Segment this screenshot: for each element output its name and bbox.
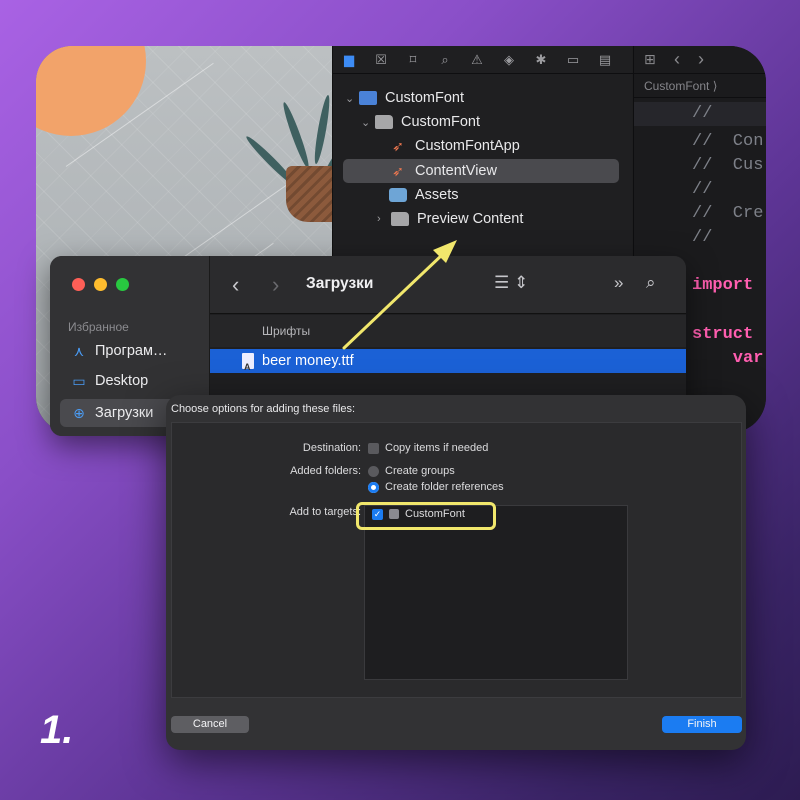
list-view-icon[interactable]: ☰ ⇕ bbox=[494, 273, 528, 293]
tree-item-label: Preview Content bbox=[417, 211, 524, 227]
create-groups-label: Create groups bbox=[385, 465, 455, 477]
minimize-button[interactable] bbox=[94, 278, 107, 291]
code-line: // Cre bbox=[692, 204, 764, 223]
tree-item-file-selected[interactable]: ➶ ContentView bbox=[389, 159, 497, 183]
finish-button[interactable]: Finish bbox=[662, 716, 742, 733]
cancel-button[interactable]: Cancel bbox=[171, 716, 249, 733]
code-line: // bbox=[692, 180, 713, 199]
copy-items-label: Copy items if needed bbox=[385, 442, 489, 454]
applications-icon: ⋏ bbox=[73, 342, 85, 359]
sidebar-item-label: Загрузки bbox=[95, 405, 154, 421]
assets-icon bbox=[389, 188, 407, 202]
create-folder-refs-option[interactable]: Create folder references bbox=[368, 481, 504, 493]
swift-file-icon: ➶ bbox=[392, 138, 404, 154]
dialog-title: Choose options for adding these files: bbox=[171, 403, 356, 415]
group-header: Шрифты bbox=[210, 315, 686, 347]
folder-icon bbox=[391, 212, 409, 226]
create-folder-refs-label: Create folder references bbox=[385, 481, 504, 493]
folder-icon[interactable]: ▆ bbox=[341, 52, 357, 68]
targets-list bbox=[364, 505, 628, 680]
finder-toolbar: ‹ › Загрузки ☰ ⇕ » ⌕ bbox=[210, 256, 686, 314]
forward-button[interactable]: › bbox=[272, 272, 279, 298]
editor-toolbar: ⊞ ‹ › bbox=[634, 46, 766, 74]
code-line: import bbox=[692, 276, 754, 295]
project-icon bbox=[359, 91, 377, 105]
sidebar-item-applications[interactable]: ⋏ Програм… bbox=[70, 339, 168, 363]
create-groups-option[interactable]: Create groups bbox=[368, 465, 455, 477]
sidebar-item-downloads[interactable]: ⊕ Загрузки bbox=[70, 401, 153, 425]
more-icon[interactable]: » bbox=[614, 273, 623, 293]
sidebar-item-desktop[interactable]: ▭ Desktop bbox=[70, 369, 148, 393]
plant-leaf bbox=[280, 100, 312, 170]
tree-item-group[interactable]: › Preview Content bbox=[377, 207, 523, 231]
chevron-down-icon[interactable]: ⌄ bbox=[361, 116, 375, 129]
chevron-right-icon[interactable]: › bbox=[698, 49, 704, 70]
warning-icon[interactable]: ⚠ bbox=[469, 52, 485, 68]
tree-item-file[interactable]: ➶ CustomFontApp bbox=[389, 134, 520, 158]
tutorial-slide: ▆ ☒ ⌑ ⌕ ⚠ ◈ ✱ ▭ ▤ ⌄ CustomFont ⌄ CustomF… bbox=[0, 0, 800, 800]
swift-file-icon: ➶ bbox=[392, 163, 404, 179]
search-icon[interactable]: ⌕ bbox=[437, 52, 453, 68]
breakpoint-icon[interactable]: ▭ bbox=[565, 52, 581, 68]
added-folders-label: Added folders: bbox=[290, 465, 361, 477]
tree-item-assets[interactable]: Assets bbox=[389, 183, 459, 207]
source-control-icon[interactable]: ☒ bbox=[373, 52, 389, 68]
sidebar-item-label: Програм… bbox=[95, 343, 168, 359]
navigator-toolbar: ▆ ☒ ⌑ ⌕ ⚠ ◈ ✱ ▭ ▤ bbox=[333, 46, 633, 74]
plant-pot bbox=[286, 166, 332, 222]
window-title: Загрузки bbox=[306, 275, 374, 292]
test-icon[interactable]: ◈ bbox=[501, 52, 517, 68]
bookmark-icon[interactable]: ⌑ bbox=[405, 52, 421, 68]
copy-items-checkbox[interactable] bbox=[368, 442, 379, 454]
copy-items-option[interactable]: Copy items if needed bbox=[368, 442, 488, 454]
tree-item-project[interactable]: ⌄ CustomFont bbox=[345, 86, 464, 110]
tree-item-label: CustomFont bbox=[401, 114, 480, 130]
chevron-right-icon[interactable]: › bbox=[377, 213, 391, 225]
sidebar-item-label: Desktop bbox=[95, 373, 149, 389]
debug-icon[interactable]: ✱ bbox=[533, 52, 549, 68]
annotation-highlight bbox=[356, 502, 496, 530]
code-line: var bbox=[692, 349, 764, 368]
font-file-icon bbox=[242, 353, 254, 379]
breadcrumb[interactable]: CustomFont ⟩ bbox=[634, 74, 766, 98]
code-line: // Cus bbox=[692, 156, 764, 175]
code-line: // bbox=[692, 228, 713, 247]
back-button[interactable]: ‹ bbox=[232, 272, 239, 298]
tree-item-label: CustomFont bbox=[385, 90, 464, 106]
code-line: // Con bbox=[692, 132, 764, 151]
create-groups-radio[interactable] bbox=[368, 465, 379, 477]
code-line: struct bbox=[692, 325, 754, 344]
code-line: // bbox=[692, 104, 713, 123]
sidebar-section-favorites: Избранное bbox=[68, 320, 129, 334]
desktop-icon: ▭ bbox=[72, 372, 86, 389]
grid-icon[interactable]: ⊞ bbox=[644, 51, 656, 68]
tree-item-label: Assets bbox=[415, 187, 459, 203]
add-files-dialog: Choose options for adding these files: D… bbox=[166, 395, 746, 750]
file-row-selected[interactable]: beer money.ttf bbox=[210, 349, 686, 379]
chevron-down-icon[interactable]: ⌄ bbox=[345, 92, 359, 105]
downloads-icon: ⊕ bbox=[73, 404, 85, 421]
file-name: beer money.ttf bbox=[262, 353, 354, 369]
tree-item-label: CustomFontApp bbox=[415, 138, 520, 154]
folder-icon bbox=[375, 115, 393, 129]
create-folder-refs-radio[interactable] bbox=[368, 481, 379, 493]
search-icon[interactable]: ⌕ bbox=[646, 273, 656, 293]
step-number: 1. bbox=[40, 708, 74, 752]
destination-label: Destination: bbox=[302, 442, 361, 454]
plant-leaf bbox=[312, 94, 332, 165]
add-to-targets-label: Add to targets: bbox=[289, 506, 361, 518]
zoom-button[interactable] bbox=[116, 278, 129, 291]
report-icon[interactable]: ▤ bbox=[597, 52, 613, 68]
tree-item-group[interactable]: ⌄ CustomFont bbox=[361, 110, 480, 134]
tree-item-label: ContentView bbox=[415, 163, 497, 179]
close-button[interactable] bbox=[72, 278, 85, 291]
chevron-left-icon[interactable]: ‹ bbox=[674, 49, 680, 70]
